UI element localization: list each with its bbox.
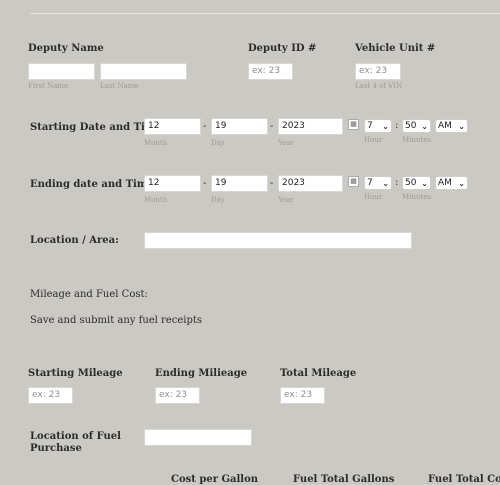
end-hour-sublabel: Hour	[364, 193, 383, 201]
start-year-input[interactable]: 2023	[278, 118, 343, 135]
first-name-sublabel: First Name	[28, 82, 69, 90]
chevron-down-icon: ⌄	[458, 121, 465, 131]
chevron-down-icon: ⌄	[421, 178, 428, 188]
start-minute-sublabel: Minutes	[402, 136, 431, 144]
start-ampm-value: AM	[438, 121, 452, 131]
deputy-name-label: Deputy Name	[28, 43, 104, 54]
location-area-label: Location / Area:	[30, 235, 119, 246]
ending-mileage-label: Ending Milieage	[155, 368, 248, 379]
start-day-input[interactable]: 19	[211, 118, 268, 135]
section-divider	[30, 13, 500, 14]
fuel-location-input[interactable]	[144, 429, 252, 446]
end-minute-select[interactable]: 50 ⌄	[402, 176, 431, 190]
chevron-down-icon: ⌄	[382, 178, 389, 188]
start-day-sublabel: Day	[211, 139, 225, 147]
deputy-id-label: Deputy ID #	[248, 43, 317, 54]
starting-mileage-input[interactable]: ex: 23	[28, 387, 73, 404]
end-day-sublabel: Day	[211, 196, 225, 204]
starting-mileage-label: Starting Mileage	[28, 368, 123, 379]
total-mileage-label: Total Mileage	[280, 368, 357, 379]
date-separator: -	[270, 178, 274, 189]
end-ampm-value: AM	[438, 178, 452, 188]
cost-per-gallon-header: Cost per Gallon	[171, 474, 259, 485]
end-minute-value: 50	[405, 178, 417, 188]
location-area-input[interactable]	[144, 232, 412, 249]
end-minute-sublabel: Minutes	[402, 193, 431, 201]
chevron-down-icon: ⌄	[458, 178, 465, 188]
calendar-icon[interactable]: ▦	[348, 119, 359, 130]
start-hour-select[interactable]: 7 ⌄	[364, 119, 392, 133]
date-separator: -	[203, 121, 207, 132]
date-separator: -	[203, 178, 207, 189]
end-year-input[interactable]: 2023	[278, 175, 343, 192]
deputy-id-input[interactable]: ex: 23	[248, 63, 293, 80]
vehicle-unit-label: Vehicle Unit #	[355, 43, 436, 54]
ending-mileage-input[interactable]: ex: 23	[155, 387, 200, 404]
end-hour-value: 7	[367, 178, 373, 188]
start-year-sublabel: Year	[278, 139, 294, 147]
calendar-icon[interactable]: ▦	[348, 176, 359, 187]
fuel-location-label-line2: Purchase	[30, 443, 82, 454]
end-month-input[interactable]: 12	[144, 175, 201, 192]
total-gallons-header: Fuel Total Gallons	[293, 474, 395, 485]
start-hour-value: 7	[367, 121, 373, 131]
start-month-input[interactable]: 12	[144, 118, 201, 135]
last-name-input[interactable]	[100, 63, 187, 80]
date-separator: -	[270, 121, 274, 132]
time-separator: :	[395, 120, 399, 131]
total-cost-header: Fuel Total Cost	[428, 474, 500, 485]
end-year-sublabel: Year	[278, 196, 294, 204]
end-ampm-select[interactable]: AM ⌄	[435, 176, 468, 190]
end-day-input[interactable]: 19	[211, 175, 268, 192]
fuel-receipt-note: Save and submit any fuel receipts	[30, 315, 203, 326]
end-month-sublabel: Month	[144, 196, 168, 204]
end-datetime-label: Ending date and Time	[30, 179, 154, 190]
last-name-sublabel: Last Name	[100, 82, 139, 90]
vehicle-unit-sublabel: Last 4 of VIN	[355, 82, 403, 90]
chevron-down-icon: ⌄	[382, 121, 389, 131]
mileage-section-heading: Mileage and Fuel Cost:	[30, 289, 148, 300]
start-month-sublabel: Month	[144, 139, 168, 147]
start-ampm-select[interactable]: AM ⌄	[435, 119, 468, 133]
time-separator: :	[395, 177, 399, 188]
start-minute-value: 50	[405, 121, 417, 131]
start-datetime-label: Starting Date and Time	[30, 122, 162, 133]
start-minute-select[interactable]: 50 ⌄	[402, 119, 431, 133]
first-name-input[interactable]	[28, 63, 95, 80]
total-mileage-input[interactable]: ex: 23	[280, 387, 325, 404]
start-hour-sublabel: Hour	[364, 136, 383, 144]
end-hour-select[interactable]: 7 ⌄	[364, 176, 392, 190]
chevron-down-icon: ⌄	[421, 121, 428, 131]
fuel-location-label-line1: Location of Fuel	[30, 431, 121, 442]
vehicle-unit-input[interactable]: ex: 23	[355, 63, 401, 80]
